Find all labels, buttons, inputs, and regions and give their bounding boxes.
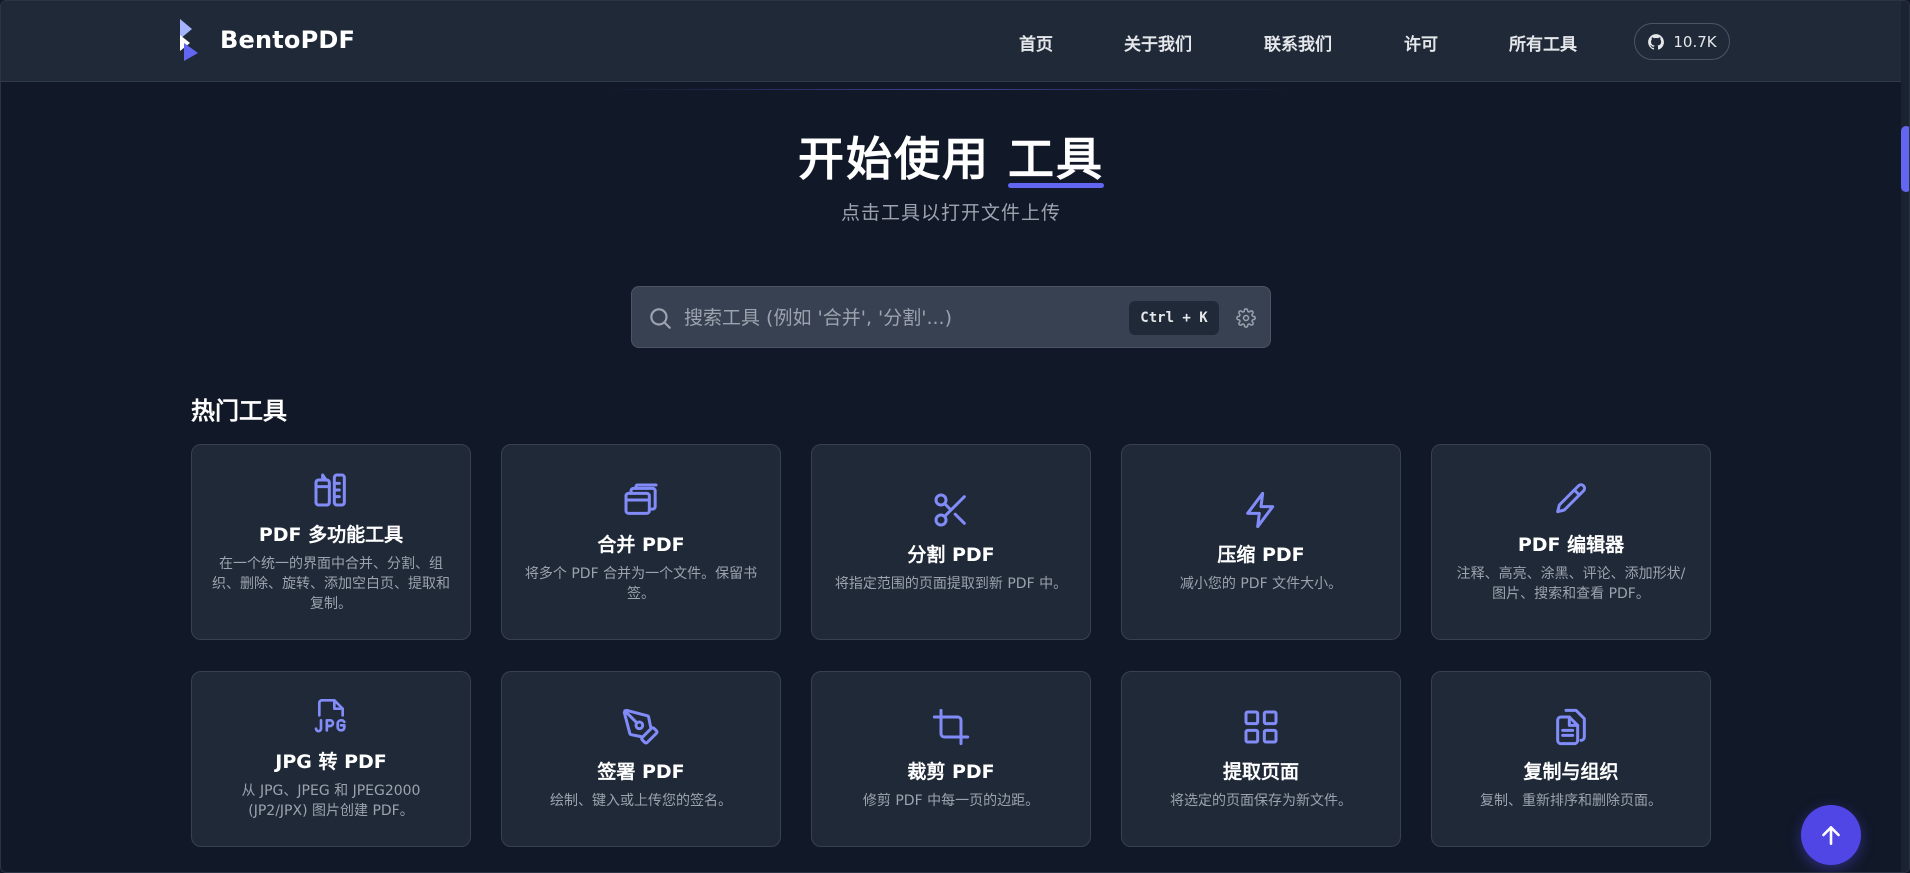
pen-nib-icon [622,708,659,745]
copy-files-icon [1556,708,1586,746]
hero-title-highlight: 工具 [1008,123,1104,189]
tool-description: 从 JPG、JPEG 和 JPEG2000 (JP2/JPX) 图片创建 PDF… [241,783,421,819]
tool-card-compress-pdf[interactable]: 压缩 PDF 减小您的 PDF 文件大小。 [1121,444,1401,640]
tool-description: 在一个统一的界面中合并、分割、组织、删除、旋转、添加空白页、提取和复制。 [212,556,450,612]
tool-card-crop-pdf[interactable]: 裁剪 PDF 修剪 PDF 中每一页的边距。 [811,671,1091,847]
jpg-file-icon [314,699,346,733]
keyboard-shortcut-hint: Ctrl + K [1129,301,1219,335]
tool-card-sign-pdf[interactable]: 签署 PDF 绘制、键入或上传您的签名。 [501,671,781,847]
tool-description: 注释、高亮、涂黑、评论、添加形状/图片、搜索和查看 PDF。 [1456,566,1686,602]
tool-card-extract-pages[interactable]: 提取页面 将选定的页面保存为新文件。 [1121,671,1401,847]
tool-card-pdf-multitool[interactable]: PDF 多功能工具 在一个统一的界面中合并、分割、组织、删除、旋转、添加空白页、… [191,444,471,640]
tool-title: 合并 PDF [597,534,685,556]
tool-description: 复制、重新排序和删除页面。 [1480,793,1662,809]
nav-about[interactable]: 关于我们 [1124,30,1192,55]
nav-license[interactable]: 许可 [1404,30,1438,55]
tool-description: 将多个 PDF 合并为一个文件。保留书签。 [524,566,758,602]
brand-name: BentoPDF [220,26,356,54]
search-icon [650,308,671,329]
popular-tools-heading: 热门工具 [191,397,287,425]
tool-title: PDF 编辑器 [1517,534,1625,556]
nav-home[interactable]: 首页 [1019,30,1053,55]
github-star-count: 10.7K [1673,32,1717,51]
tool-title: 裁剪 PDF [907,761,995,783]
bentopdf-logo-icon [180,19,198,61]
pdf-multitool-icon [314,473,346,507]
lightning-icon [1246,491,1275,529]
github-icon [1648,33,1665,50]
grid-icon [1244,710,1278,744]
github-stars-button[interactable]: 10.7K [1634,23,1730,60]
hero-title: 开始使用 工具 [1,123,1901,189]
scissors-icon [934,493,966,527]
search-input[interactable] [682,297,1122,339]
hero-divider [596,89,1296,90]
top-navbar: BentoPDF 首页 关于我们 联系我们 许可 所有工具 10.7K [1,1,1901,82]
tool-search-box: Ctrl + K [631,286,1271,348]
tool-description: 减小您的 PDF 文件大小。 [1179,576,1343,592]
brand[interactable]: BentoPDF [176,19,355,61]
tool-card-jpg-to-pdf[interactable]: JPG 转 PDF 从 JPG、JPEG 和 JPEG2000 (JP2/JPX… [191,671,471,847]
tool-card-pdf-editor[interactable]: PDF 编辑器 注释、高亮、涂黑、评论、添加形状/图片、搜索和查看 PDF。 [1431,444,1711,640]
pencil-icon [1556,483,1587,514]
hero-subtitle: 点击工具以打开文件上传 [840,202,1061,224]
hero-title-prefix: 开始使用 [798,132,990,186]
tool-title: 签署 PDF [597,761,685,783]
tool-description: 修剪 PDF 中每一页的边距。 [862,793,1040,809]
tool-description: 将选定的页面保存为新文件。 [1170,793,1352,809]
tool-card-merge-pdf[interactable]: 合并 PDF 将多个 PDF 合并为一个文件。保留书签。 [501,444,781,640]
merge-icon [624,483,658,515]
tool-description: 将指定范围的页面提取到新 PDF 中。 [834,576,1068,592]
tool-title: JPG 转 PDF [275,751,387,773]
tool-title: 提取页面 [1222,761,1299,783]
tool-title: 复制与组织 [1523,761,1619,783]
tool-title: 分割 PDF [907,544,995,566]
gear-icon[interactable] [1236,308,1256,328]
tool-title: PDF 多功能工具 [258,524,404,546]
nav-all-tools[interactable]: 所有工具 [1509,30,1577,55]
back-to-top-button[interactable] [1801,805,1861,865]
nav-contact[interactable]: 联系我们 [1264,30,1332,55]
app-window: BentoPDF 首页 关于我们 联系我们 许可 所有工具 10.7K 开始使用… [0,0,1910,873]
tool-title: 压缩 PDF [1217,544,1305,566]
scrollbar-thumb[interactable] [1901,126,1909,192]
crop-icon [932,708,970,746]
tool-description: 绘制、键入或上传您的签名。 [550,793,732,809]
tool-card-copy-organize[interactable]: 复制与组织 复制、重新排序和删除页面。 [1431,671,1711,847]
tool-card-split-pdf[interactable]: 分割 PDF 将指定范围的页面提取到新 PDF 中。 [811,444,1091,640]
arrow-up-icon [1822,826,1840,845]
